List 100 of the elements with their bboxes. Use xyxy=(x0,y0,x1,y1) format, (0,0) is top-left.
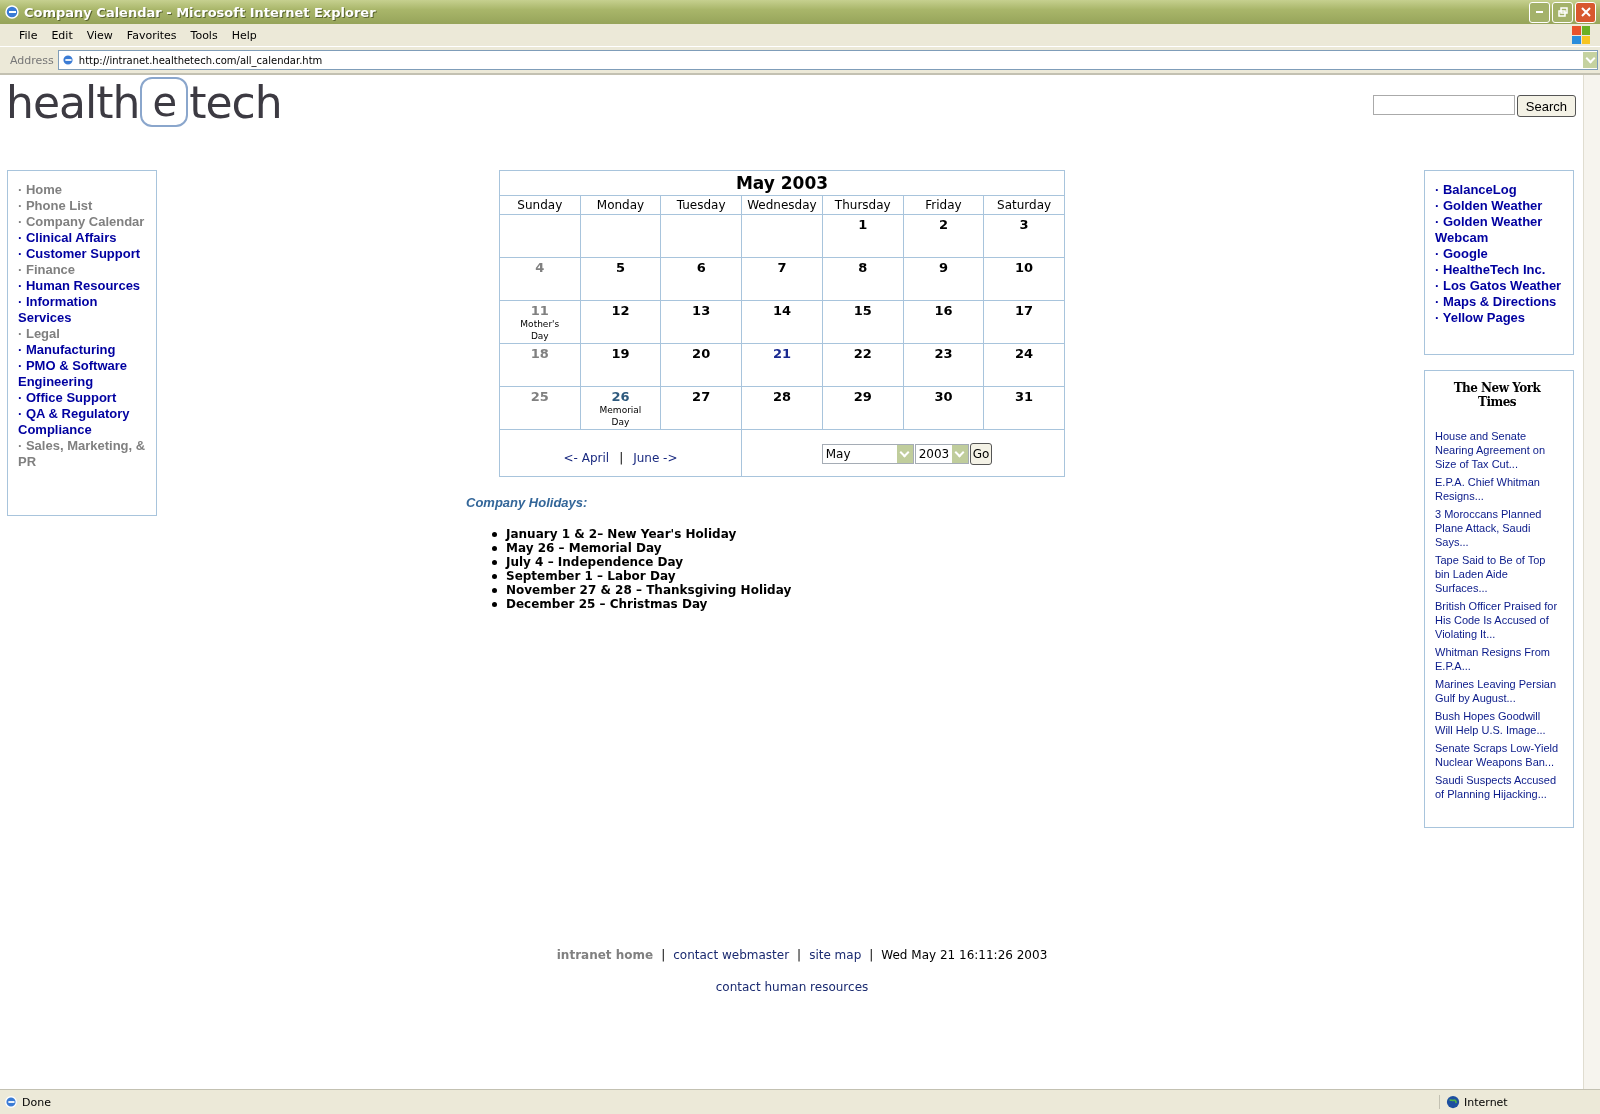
day-number[interactable]: 31 xyxy=(984,389,1064,404)
footer-link[interactable]: intranet home xyxy=(556,948,654,962)
day-number[interactable]: 2 xyxy=(903,217,984,232)
holiday-item: May 26 – Memorial Day xyxy=(506,541,662,555)
day-number[interactable]: 24 xyxy=(984,346,1064,361)
day-number[interactable]: 29 xyxy=(822,389,903,404)
footer-link[interactable]: site map xyxy=(809,948,862,962)
news-headline[interactable]: British Officer Praised for His Code Is Accused of Violating It... xyxy=(1435,599,1559,641)
nav-link[interactable]: · Clinical Affairs xyxy=(18,230,150,246)
quick-link[interactable]: · Google xyxy=(1435,246,1571,262)
separator: | xyxy=(797,948,802,962)
day-number[interactable]: 15 xyxy=(822,303,903,318)
window-title: Company Calendar - Microsoft Internet Explorer xyxy=(24,4,376,20)
day-number[interactable]: 8 xyxy=(822,260,903,275)
day-number[interactable]: 6 xyxy=(661,260,741,275)
nav-link[interactable]: · PMO & Software Engineering xyxy=(18,358,150,390)
address-field[interactable]: http://intranet.healthetech.com/all_calendar.htm xyxy=(57,50,1598,70)
search-button[interactable]: Search xyxy=(1516,95,1576,117)
day-number[interactable]: 19 xyxy=(580,346,661,361)
day-number[interactable]: 16 xyxy=(903,303,984,318)
holidays-heading: Company Holidays: xyxy=(466,495,589,510)
day-number[interactable]: 21 xyxy=(742,346,822,361)
day-number[interactable]: 3 xyxy=(984,217,1064,232)
quick-link[interactable]: · BalanceLog xyxy=(1435,182,1571,198)
news-headline[interactable]: Marines Leaving Persian Gulf by August... xyxy=(1435,677,1559,705)
day-number[interactable]: 5 xyxy=(580,260,661,275)
day-number[interactable]: 18 xyxy=(500,346,580,361)
day-number[interactable]: 17 xyxy=(984,303,1064,318)
holiday-item: January 1 & 2– New Year's Holiday xyxy=(506,527,737,541)
month-select[interactable]: May xyxy=(821,444,914,464)
day-number[interactable]: 28 xyxy=(742,389,822,404)
day-number[interactable]: 25 xyxy=(500,389,580,404)
go-button[interactable]: Go xyxy=(969,443,993,465)
holiday-item: September 1 – Labor Day xyxy=(506,569,676,583)
nav-link[interactable]: · Customer Support xyxy=(18,246,150,262)
day-number[interactable]: 27 xyxy=(661,389,741,404)
separator: | xyxy=(619,450,624,465)
nav-link[interactable]: · Office Support xyxy=(18,390,150,406)
footer-link[interactable]: contact human resources xyxy=(715,980,869,994)
menu-item[interactable]: Edit xyxy=(44,28,80,42)
day-number[interactable]: 4 xyxy=(500,260,580,275)
holiday-note: Mother's Day xyxy=(519,318,561,342)
address-label: Address xyxy=(10,53,54,67)
separator: | xyxy=(869,948,874,962)
day-number[interactable]: 7 xyxy=(742,260,822,275)
day-number[interactable]: 11 xyxy=(500,303,580,318)
news-headline[interactable]: E.P.A. Chief Whitman Resigns... xyxy=(1435,475,1559,503)
news-headline[interactable]: House and Senate Nearing Agreement on Size of Tax Cut... xyxy=(1435,429,1559,471)
holiday-item: November 27 & 28 – Thanksgiving Holiday xyxy=(506,583,792,597)
weekday-header: Wednesday xyxy=(741,195,823,215)
day-number[interactable]: 26 xyxy=(580,389,661,404)
weekday-header: Tuesday xyxy=(660,195,742,215)
day-number[interactable]: 12 xyxy=(580,303,661,318)
quick-link[interactable]: · Los Gatos Weather xyxy=(1435,278,1571,294)
news-headline[interactable]: Bush Hopes Goodwill Will Help U.S. Image... xyxy=(1435,709,1559,737)
menu-item[interactable]: View xyxy=(79,28,120,42)
status-text: Done xyxy=(22,1095,51,1109)
weekday-header: Thursday xyxy=(822,195,904,215)
weekday-header: Friday xyxy=(903,195,984,215)
menu-item[interactable]: Help xyxy=(224,28,264,42)
nav-link[interactable]: · Manufacturing xyxy=(18,342,150,358)
company-logo: health e tech xyxy=(6,79,282,125)
day-number[interactable]: 22 xyxy=(822,346,903,361)
nav-link[interactable]: · Human Resources xyxy=(18,278,150,294)
quick-link[interactable]: · Golden Weather Webcam xyxy=(1435,214,1571,246)
news-headline[interactable]: Saudi Suspects Accused of Planning Hijacking... xyxy=(1435,773,1559,801)
news-headline[interactable]: 3 Moroccans Planned Plane Attack, Saudi Says... xyxy=(1435,507,1559,549)
quick-link[interactable]: · HealtheTech Inc. xyxy=(1435,262,1571,278)
holiday-note: Memorial Day xyxy=(598,404,643,428)
weekday-header: Monday xyxy=(580,195,661,215)
year-select[interactable]: 2003 xyxy=(914,444,969,464)
newspaper-logo: The New York Times xyxy=(1452,381,1542,409)
day-number[interactable]: 30 xyxy=(903,389,984,404)
quick-link[interactable]: · Golden Weather xyxy=(1435,198,1571,214)
footer-link[interactable]: contact webmaster xyxy=(673,948,790,962)
menu-item[interactable]: Favorites xyxy=(119,28,184,42)
news-headline[interactable]: Whitman Resigns From E.P.A... xyxy=(1435,645,1559,673)
holiday-item: December 25 – Christmas Day xyxy=(506,597,708,611)
day-number[interactable]: 20 xyxy=(661,346,741,361)
day-number[interactable]: 1 xyxy=(822,217,903,232)
news-headline[interactable]: Senate Scraps Low-Yield Nuclear Weapons Ban... xyxy=(1435,741,1559,769)
day-number[interactable]: 13 xyxy=(661,303,741,318)
next-month-link[interactable]: June -> xyxy=(633,450,678,465)
day-number[interactable]: 9 xyxy=(903,260,984,275)
weekday-header: Sunday xyxy=(499,195,581,215)
day-number[interactable]: 14 xyxy=(742,303,822,318)
quick-link[interactable]: · Yellow Pages xyxy=(1435,310,1571,326)
nav-link[interactable]: · QA & Regulatory Compliance xyxy=(18,406,150,438)
menu-item[interactable]: File xyxy=(12,28,45,42)
previous-month-link[interactable]: <- April xyxy=(563,450,610,465)
holiday-item: July 4 – Independence Day xyxy=(506,555,684,569)
nav-link[interactable]: · Information Services xyxy=(18,294,150,326)
news-headline[interactable]: Tape Said to Be of Top bin Laden Aide Surfaces... xyxy=(1435,553,1559,595)
quick-link[interactable]: · Maps & Directions xyxy=(1435,294,1571,310)
day-number[interactable]: 10 xyxy=(984,260,1064,275)
day-number[interactable]: 23 xyxy=(903,346,984,361)
date-text: Wed May 21 16:11:26 2003 xyxy=(881,948,1048,962)
menu-item[interactable]: Tools xyxy=(183,28,225,42)
weekday-header: Saturday xyxy=(983,195,1065,215)
zone-text: Internet xyxy=(1464,1095,1508,1109)
